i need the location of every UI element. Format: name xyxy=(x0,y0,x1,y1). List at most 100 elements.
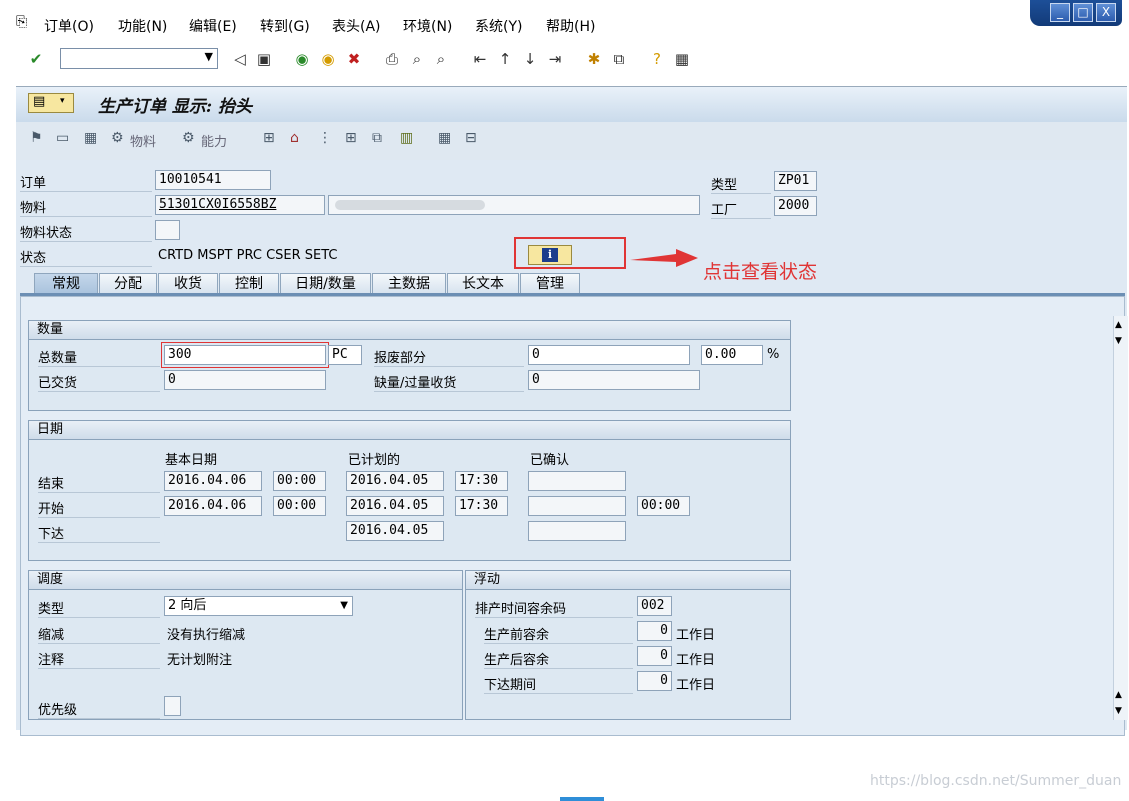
type-field[interactable]: ZP01 xyxy=(774,171,817,191)
first-page-icon[interactable]: ⇤ xyxy=(471,50,489,68)
menu-goto[interactable]: 转到(G) xyxy=(260,16,310,36)
total-quantity-field[interactable]: 300 xyxy=(164,345,326,365)
tab-administration[interactable]: 管理 xyxy=(520,273,580,294)
scroll-up-icon[interactable]: ▲ xyxy=(1115,320,1122,330)
save-icon[interactable]: ▣ xyxy=(255,50,273,68)
tab-dates-quantities[interactable]: 日期/数量 xyxy=(280,273,371,294)
scheduling-type-select[interactable]: 2 向后 ▼ xyxy=(164,596,353,616)
chevron-down-icon[interactable]: ▼ xyxy=(340,597,348,615)
end-label: 结束 xyxy=(38,473,160,493)
material-status-label: 物料状态 xyxy=(20,222,152,242)
short-excess-field[interactable]: 0 xyxy=(528,370,700,390)
annotation-text: 点击查看状态 xyxy=(703,261,818,283)
back-arrow-icon[interactable]: ◁ xyxy=(231,50,249,68)
capacity-button[interactable]: 能力 xyxy=(201,131,227,150)
back-icon[interactable]: ◉ xyxy=(293,50,311,68)
basic-dates-header: 基本日期 xyxy=(165,453,218,468)
delivered-field[interactable]: 0 xyxy=(164,370,326,390)
start-scheduled-date-field[interactable]: 2016.04.05 xyxy=(346,496,444,516)
exit-icon[interactable]: ◉ xyxy=(319,50,337,68)
unit-field[interactable]: PC xyxy=(328,345,362,365)
priority-field[interactable] xyxy=(164,696,181,716)
hierarchy-icon[interactable]: ⊞ xyxy=(263,130,275,146)
tab-long-text[interactable]: 长文本 xyxy=(447,273,519,294)
shortcut-icon[interactable]: ⧉ xyxy=(610,50,628,68)
layout-icon[interactable]: ▦ xyxy=(673,50,691,68)
material-icon[interactable]: ⚙ xyxy=(111,130,124,146)
transaction-menu-button[interactable]: ▤ ▾ xyxy=(28,93,74,113)
maximize-button[interactable]: □ xyxy=(1073,3,1093,22)
minimize-button[interactable]: _ xyxy=(1050,3,1070,22)
new-session-icon[interactable]: ✱ xyxy=(585,50,603,68)
table-icon[interactable]: ▦ xyxy=(438,130,451,146)
enter-icon[interactable]: ✔ xyxy=(27,50,45,68)
end-basic-time-field[interactable]: 00:00 xyxy=(273,471,326,491)
tab-general[interactable]: 常规 xyxy=(34,273,98,294)
list-icon[interactable]: ▥ xyxy=(400,130,413,146)
menu-icon[interactable]: ⎘ xyxy=(16,14,27,30)
start-basic-date-field[interactable]: 2016.04.06 xyxy=(164,496,262,516)
plant-field[interactable]: 2000 xyxy=(774,196,817,216)
flag-icon[interactable]: ⚑ xyxy=(30,130,43,146)
tab-assignment[interactable]: 分配 xyxy=(99,273,157,294)
scheduling-type-value: 2 向后 xyxy=(168,598,207,613)
material-status-field[interactable] xyxy=(155,220,180,240)
scrap-field[interactable]: 0 xyxy=(528,345,690,365)
command-field[interactable]: ▼ xyxy=(60,48,218,69)
scroll-down-icon[interactable]: ▼ xyxy=(1115,706,1122,716)
tab-control[interactable]: 控制 xyxy=(219,273,279,294)
capacity-icon[interactable]: ⚙ xyxy=(182,130,195,146)
start-confirmed-date-field[interactable] xyxy=(528,496,626,516)
next-page-icon[interactable]: ↓ xyxy=(521,50,539,68)
end-scheduled-time-field[interactable]: 17:30 xyxy=(455,471,508,491)
end-scheduled-date-field[interactable]: 2016.04.05 xyxy=(346,471,444,491)
menu-order[interactable]: 订单(O) xyxy=(44,16,94,36)
prev-page-icon[interactable]: ↑ xyxy=(496,50,514,68)
start-scheduled-time-field[interactable]: 17:30 xyxy=(455,496,508,516)
cap-icon[interactable]: ⌂ xyxy=(290,130,299,146)
last-page-icon[interactable]: ⇥ xyxy=(546,50,564,68)
float-after-field[interactable]: 0 xyxy=(637,646,672,666)
end-basic-date-field[interactable]: 2016.04.06 xyxy=(164,471,262,491)
chevron-down-icon[interactable]: ▼ xyxy=(205,50,213,63)
find-icon[interactable]: ⌕ xyxy=(408,50,426,68)
menu-header[interactable]: 表头(A) xyxy=(332,16,381,36)
copy-icon[interactable]: ⧉ xyxy=(372,130,382,146)
menu-function[interactable]: 功能(N) xyxy=(118,16,167,36)
structure-icon[interactable]: ⊞ xyxy=(345,130,357,146)
start-confirmed-time-field[interactable]: 00:00 xyxy=(637,496,690,516)
menu-environment[interactable]: 环境(N) xyxy=(403,16,452,36)
end-confirmed-date-field[interactable] xyxy=(528,471,626,491)
tree-icon[interactable]: ⊟ xyxy=(465,130,477,146)
release-confirmed-date-field[interactable] xyxy=(528,521,626,541)
menu-system[interactable]: 系统(Y) xyxy=(475,16,522,36)
float-before-field[interactable]: 0 xyxy=(637,621,672,641)
material-field[interactable]: 51301CX0I6558BZ xyxy=(155,195,325,215)
calculator-icon[interactable]: ▦ xyxy=(84,130,97,146)
release-scheduled-date-field[interactable]: 2016.04.05 xyxy=(346,521,444,541)
short-excess-label: 缺量/过量收货 xyxy=(374,372,524,392)
order-field[interactable]: 10010541 xyxy=(155,170,271,190)
find-next-icon[interactable]: ⌕ xyxy=(432,50,450,68)
sm-key-field[interactable]: 002 xyxy=(637,596,672,616)
scrap-percent-field[interactable]: 0.00 xyxy=(701,345,763,365)
menu-edit[interactable]: 编辑(E) xyxy=(189,16,237,36)
material-button[interactable]: 物料 xyxy=(130,131,156,150)
release-period-field[interactable]: 0 xyxy=(637,671,672,691)
print-icon[interactable]: ⎙ xyxy=(383,50,401,68)
scroll-up-icon[interactable]: ▲ xyxy=(1115,690,1122,700)
tab-goods-receipt[interactable]: 收货 xyxy=(158,273,218,294)
tab-master-data[interactable]: 主数据 xyxy=(372,273,446,294)
scroll-down-icon[interactable]: ▼ xyxy=(1115,336,1122,346)
float-group: 浮动 xyxy=(465,570,791,720)
document-icon[interactable]: ▭ xyxy=(56,130,69,146)
vertical-scrollbar[interactable] xyxy=(1113,316,1128,720)
cancel-icon[interactable]: ✖ xyxy=(345,50,363,68)
menu-help[interactable]: 帮助(H) xyxy=(546,16,595,36)
quantity-group-title: 数量 xyxy=(29,321,790,340)
close-button[interactable]: X xyxy=(1096,3,1116,22)
sequence-icon[interactable]: ⋮ xyxy=(318,130,332,146)
material-description-field[interactable] xyxy=(328,195,700,215)
start-basic-time-field[interactable]: 00:00 xyxy=(273,496,326,516)
help-icon[interactable]: ? xyxy=(648,50,666,68)
